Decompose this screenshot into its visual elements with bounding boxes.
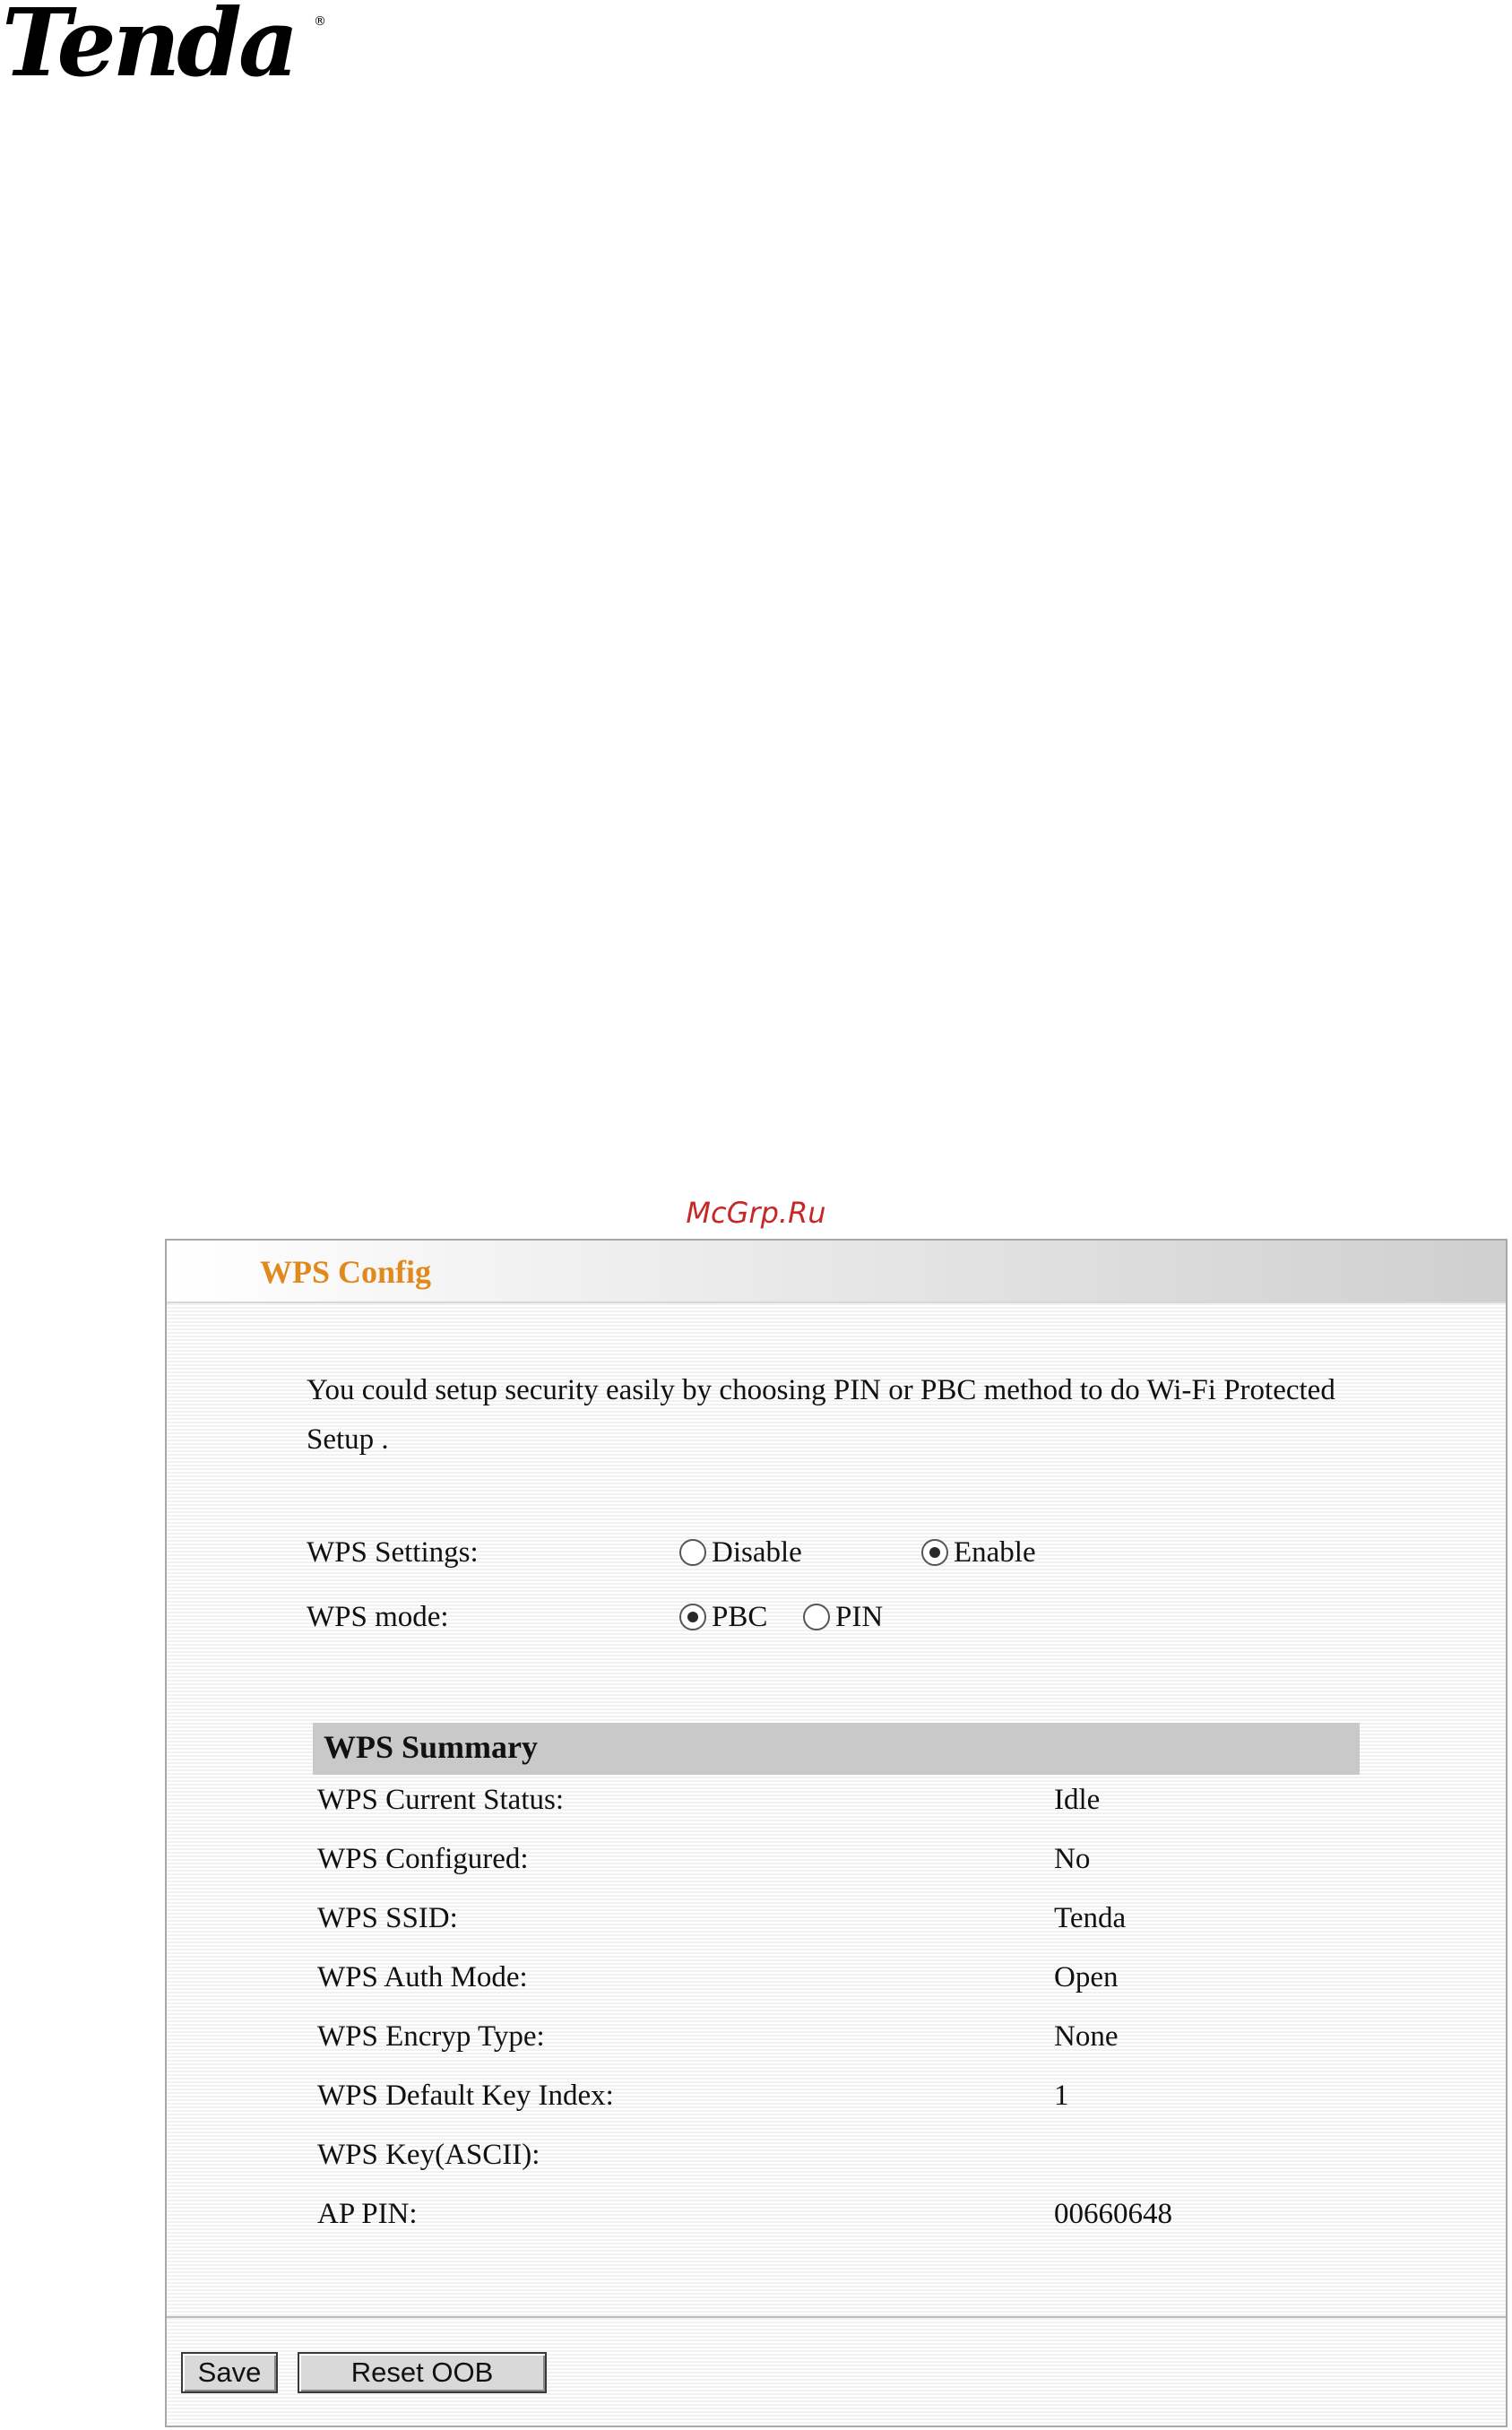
pin-radio[interactable] bbox=[803, 1604, 830, 1630]
panel-header: WPS Config bbox=[167, 1241, 1506, 1303]
wps-mode-label: WPS mode: bbox=[307, 1601, 449, 1633]
wps-config-panel: WPS Config You could setup security easi… bbox=[165, 1239, 1508, 2427]
summary-value: Idle bbox=[1054, 1784, 1101, 1816]
summary-row: AP PIN: 00660648 bbox=[167, 2194, 1509, 2234]
pin-label: PIN bbox=[835, 1601, 884, 1633]
enable-label: Enable bbox=[954, 1536, 1036, 1569]
summary-row: WPS Auth Mode: Open bbox=[167, 1958, 1509, 1997]
summary-label: AP PIN: bbox=[317, 2198, 418, 2230]
wps-mode-pbc-option[interactable]: PBC bbox=[679, 1597, 767, 1637]
summary-row: WPS Current Status: Idle bbox=[167, 1780, 1509, 1820]
summary-row: WPS Default Key Index: 1 bbox=[167, 2076, 1509, 2115]
tenda-logo: Tenda bbox=[2, 0, 298, 98]
enable-radio[interactable] bbox=[921, 1539, 948, 1566]
summary-row: WPS Key(ASCII): bbox=[167, 2135, 1509, 2175]
wps-summary-title: WPS Summary bbox=[324, 1729, 539, 1765]
wps-summary-header: WPS Summary bbox=[313, 1723, 1360, 1775]
summary-value: Open bbox=[1054, 1961, 1119, 1993]
summary-label: WPS Configured: bbox=[317, 1843, 529, 1875]
save-button[interactable]: Save bbox=[181, 2352, 278, 2393]
watermark-text: McGrp.Ru bbox=[686, 1196, 826, 1230]
summary-value: 00660648 bbox=[1054, 2198, 1172, 2230]
wps-settings-label: WPS Settings: bbox=[307, 1536, 479, 1569]
summary-label: WPS SSID: bbox=[317, 1902, 458, 1934]
summary-value: No bbox=[1054, 1843, 1091, 1875]
page-title: WPS Config bbox=[260, 1254, 432, 1290]
wps-settings-disable-option[interactable]: Disable bbox=[679, 1533, 802, 1572]
summary-label: WPS Key(ASCII): bbox=[317, 2139, 540, 2171]
divider bbox=[167, 2316, 1506, 2318]
summary-label: WPS Current Status: bbox=[317, 1784, 565, 1816]
intro-text: You could setup security easily by choos… bbox=[307, 1374, 1335, 1456]
summary-value: 1 bbox=[1054, 2080, 1069, 2112]
summary-value: Tenda bbox=[1054, 1902, 1127, 1934]
wps-settings-enable-option[interactable]: Enable bbox=[921, 1533, 1036, 1572]
summary-label: WPS Auth Mode: bbox=[317, 1961, 528, 1993]
reset-oob-button[interactable]: Reset OOB bbox=[298, 2352, 547, 2393]
wps-mode-pin-option[interactable]: PIN bbox=[803, 1597, 883, 1637]
pbc-label: PBC bbox=[712, 1601, 768, 1633]
summary-label: WPS Default Key Index: bbox=[317, 2080, 614, 2112]
summary-row: WPS Encryp Type: None bbox=[167, 2017, 1509, 2056]
summary-label: WPS Encryp Type: bbox=[317, 2020, 545, 2053]
summary-row: WPS Configured: No bbox=[167, 1839, 1509, 1879]
summary-value: None bbox=[1054, 2020, 1119, 2053]
pbc-radio[interactable] bbox=[679, 1604, 706, 1630]
disable-radio[interactable] bbox=[679, 1539, 706, 1566]
registered-mark: ® bbox=[314, 14, 326, 29]
disable-label: Disable bbox=[712, 1536, 802, 1569]
summary-row: WPS SSID: Tenda bbox=[167, 1898, 1509, 1938]
